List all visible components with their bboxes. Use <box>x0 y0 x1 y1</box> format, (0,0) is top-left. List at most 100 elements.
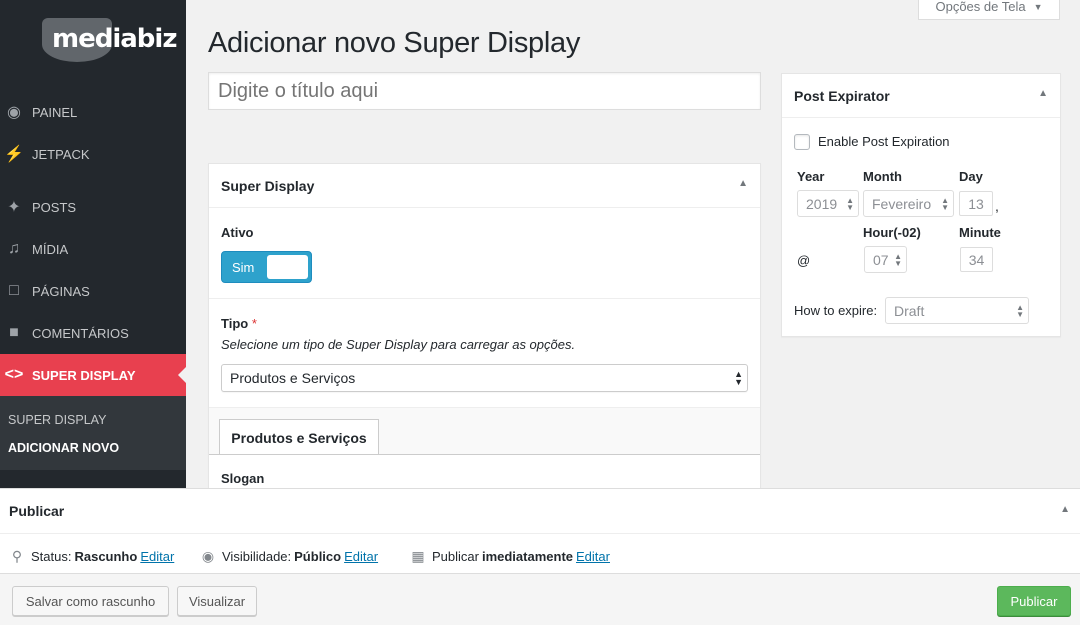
collapse-arrow-icon[interactable]: ▲ <box>738 178 748 189</box>
day-label: Day <box>959 169 983 184</box>
enable-expiration-label: Enable Post Expiration <box>818 134 950 149</box>
collapse-arrow-icon[interactable]: ▲ <box>1038 88 1048 99</box>
ativo-label: Ativo <box>221 225 254 240</box>
tipo-hint: Selecione um tipo de Super Display para … <box>221 337 576 352</box>
at-symbol: @ <box>797 253 811 268</box>
screen-options-label: Opções de Tela <box>935 0 1026 14</box>
eye-icon: ◉ <box>201 547 215 564</box>
visibility-edit-link[interactable]: Editar <box>344 549 378 564</box>
month-value: Fevereiro <box>872 195 932 212</box>
year-label: Year <box>797 169 825 184</box>
caret-down-icon: ▼ <box>1033 1 1043 12</box>
schedule-item: ▦ Publicar imediatamente Editar <box>410 548 610 565</box>
menu-label: Painel <box>32 104 78 120</box>
status-prefix: Status: <box>31 548 72 564</box>
jetpack-icon: ⚡ <box>4 146 24 163</box>
preview-button[interactable]: Visualizar <box>177 586 257 616</box>
box-title: Post Expirator <box>794 87 890 104</box>
menu-item-comentarios[interactable]: ■ Comentários <box>0 312 186 354</box>
screen-options-button[interactable]: Opções de Tela ▼ <box>918 0 1060 20</box>
hour-select[interactable]: 07 ▲ ▼ <box>864 246 907 273</box>
menu-item-paginas[interactable]: □ Páginas <box>0 270 186 312</box>
how-to-expire-value: Draft <box>894 302 925 319</box>
media-icon: ♫ <box>8 240 20 257</box>
enable-expiration-checkbox[interactable] <box>794 134 810 150</box>
select-arrows-icon: ▲ ▼ <box>734 369 743 387</box>
box-title: Super Display <box>221 177 315 194</box>
tipo-label-row: Tipo * <box>221 316 257 331</box>
schedule-value: imediatamente <box>481 548 574 564</box>
toggle-knob <box>267 255 308 279</box>
toggle-label: Sim <box>232 260 255 275</box>
tipo-select-value: Produtos e Serviços <box>230 370 356 386</box>
tipo-label: Tipo <box>221 316 249 331</box>
mediabiz-logo[interactable]: mediabiz <box>42 14 177 64</box>
collapse-arrow-icon[interactable]: ▲ <box>1060 504 1070 515</box>
how-to-expire-select[interactable]: Draft ▲ ▼ <box>885 297 1029 324</box>
logo-text: mediabiz <box>52 24 177 54</box>
select-arrows-icon: ▲ ▼ <box>1016 302 1024 319</box>
tab-produtos-servicos[interactable]: Produtos e Serviços <box>219 419 379 455</box>
tipo-select[interactable]: Produtos e Serviços ▲ ▼ <box>221 364 748 392</box>
hour-label: Hour(-02) <box>863 225 921 240</box>
year-select[interactable]: 2019 ▲ ▼ <box>797 190 859 217</box>
menu-label: Jetpack <box>32 146 90 162</box>
hour-value: 07 <box>873 251 889 268</box>
schedule-prefix: Publicar <box>432 548 479 564</box>
minute-input[interactable]: 34 <box>960 247 993 272</box>
select-arrows-icon: ▲ ▼ <box>846 195 854 212</box>
status-item: ⚲ Status: Rascunho Editar <box>9 548 174 565</box>
publish-meta-row: ⚲ Status: Rascunho Editar ◉ Visibilidade… <box>0 546 1080 566</box>
menu-label: Páginas <box>32 283 90 299</box>
slogan-label: Slogan <box>221 471 265 486</box>
day-comma: , <box>995 198 999 214</box>
publish-actions: Salvar como rascunho Visualizar Publicar <box>0 573 1080 625</box>
select-arrows-icon: ▲ ▼ <box>941 195 949 212</box>
page-title: Adicionar novo Super Display <box>208 27 581 59</box>
select-arrows-icon: ▲ ▼ <box>894 251 902 268</box>
comment-icon: ■ <box>9 324 19 341</box>
menu-item-jetpack[interactable]: ⚡ Jetpack <box>0 133 186 175</box>
palette-icon: ◉ <box>7 104 21 121</box>
schedule-edit-link[interactable]: Editar <box>576 549 610 564</box>
how-to-expire-label: How to expire: <box>794 303 878 318</box>
pin-icon: ⚲ <box>11 547 23 564</box>
menu-label: Mídia <box>32 241 69 257</box>
publish-header[interactable]: Publicar ▲ <box>0 489 1080 534</box>
submenu-super-display[interactable]: Super Display <box>8 413 106 427</box>
save-draft-button[interactable]: Salvar como rascunho <box>12 586 169 616</box>
pushpin-icon: ✦ <box>7 199 21 216</box>
publish-button[interactable]: Publicar <box>997 586 1071 616</box>
year-value: 2019 <box>806 195 838 212</box>
calendar-icon: ▦ <box>411 547 425 564</box>
post-expirator-box: Post Expirator ▲ Enable Post Expiration … <box>781 73 1061 337</box>
menu-item-partial <box>0 470 186 490</box>
visibility-value: Público <box>294 548 342 564</box>
divider <box>209 298 760 299</box>
menu-label: Comentários <box>32 325 129 341</box>
menu-item-posts[interactable]: ✦ Posts <box>0 186 186 228</box>
menu-item-midia[interactable]: ♫ Mídia <box>0 228 186 270</box>
super-display-box: Super Display ▲ Ativo Sim Tipo * Selecio… <box>208 163 761 503</box>
menu-label: Posts <box>32 199 77 215</box>
status-value: Rascunho <box>74 548 138 564</box>
publish-title: Publicar <box>9 503 65 519</box>
day-input[interactable]: 13 <box>959 191 993 216</box>
required-mark: * <box>251 316 257 331</box>
super-display-box-header[interactable]: Super Display ▲ <box>209 164 760 208</box>
post-expirator-header[interactable]: Post Expirator ▲ <box>782 74 1060 118</box>
ativo-toggle[interactable]: Sim <box>221 251 312 283</box>
visibility-prefix: Visibilidade: <box>222 548 292 564</box>
post-title-input[interactable] <box>208 72 761 110</box>
status-edit-link[interactable]: Editar <box>140 549 174 564</box>
publish-panel: Publicar ▲ ⚲ Status: Rascunho Editar ◉ V… <box>0 488 1080 625</box>
menu-label: Super Display <box>32 367 136 383</box>
month-select[interactable]: Fevereiro ▲ ▼ <box>863 190 954 217</box>
visibility-item: ◉ Visibilidade: Público Editar <box>200 548 378 565</box>
menu-item-painel[interactable]: ◉ Painel <box>0 91 186 133</box>
menu-item-super-display[interactable]: <> Super Display <box>0 354 186 396</box>
month-label: Month <box>863 169 902 184</box>
submenu-adicionar-novo[interactable]: Adicionar novo <box>8 441 119 455</box>
pages-icon: □ <box>9 282 19 299</box>
tab-underline <box>209 454 760 455</box>
